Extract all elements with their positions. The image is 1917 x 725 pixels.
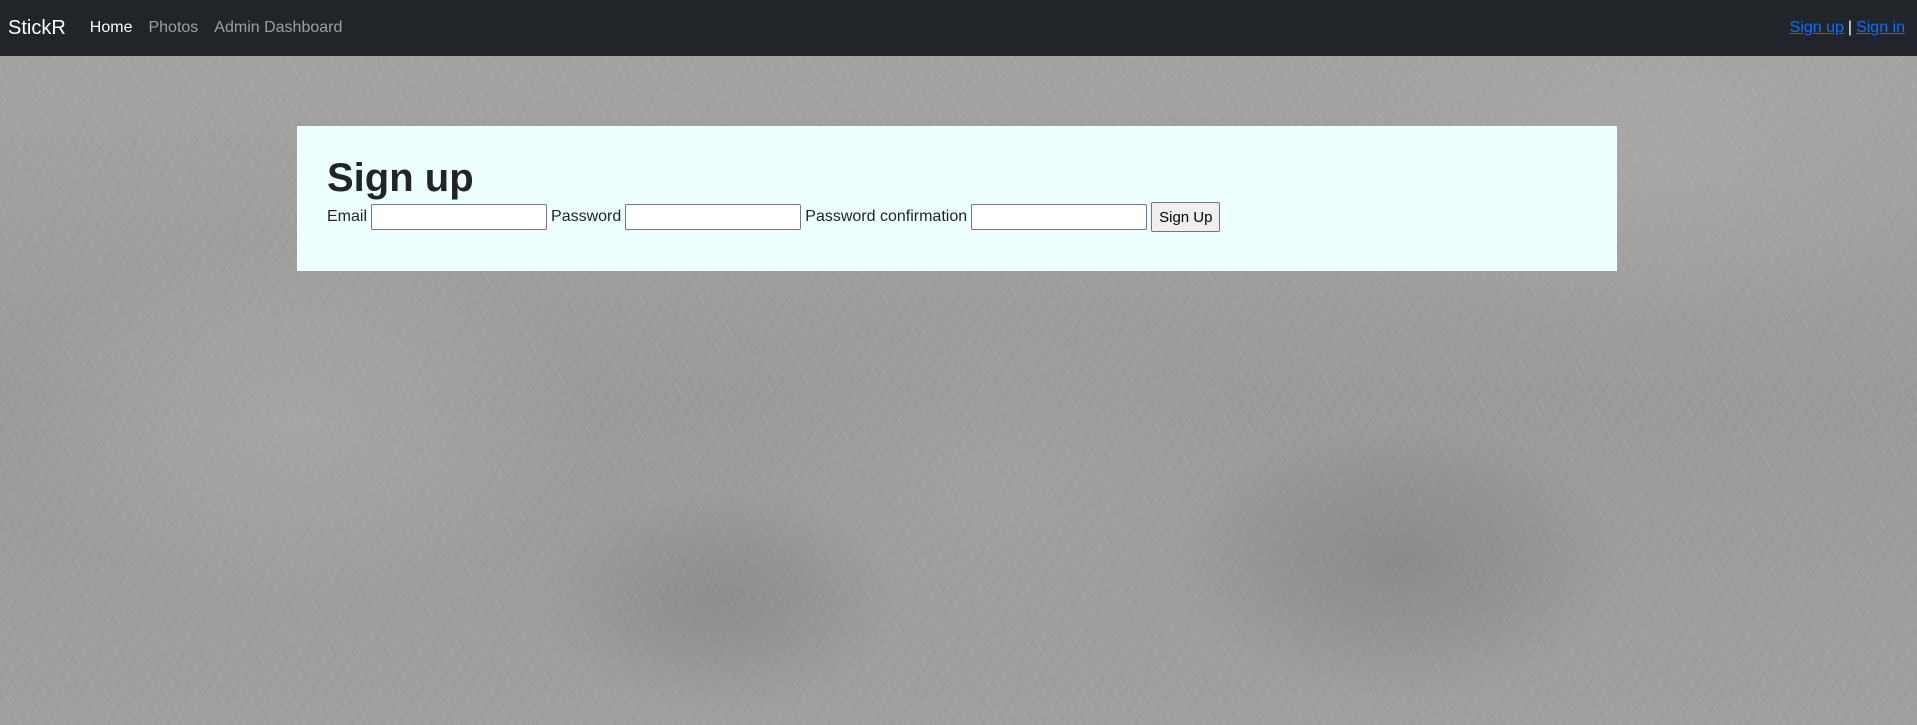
- auth-links: Sign up | Sign in: [1790, 0, 1905, 56]
- email-label: Email: [327, 208, 368, 225]
- password-field[interactable]: [625, 204, 802, 230]
- signup-submit-button[interactable]: Sign Up: [1151, 202, 1221, 232]
- signin-link[interactable]: Sign in: [1856, 19, 1905, 37]
- signup-form: Email Password Password confirmation Sig…: [327, 202, 1587, 232]
- page-title: Sign up: [327, 156, 474, 200]
- nav-link-home[interactable]: Home: [90, 19, 133, 37]
- signup-card: Sign up Email Password Password confirma…: [297, 126, 1617, 271]
- auth-separator: |: [1847, 19, 1853, 36]
- password-confirmation-label: Password confirmation: [805, 208, 968, 225]
- email-field[interactable]: [371, 204, 548, 230]
- brand-logo-link[interactable]: StickR: [8, 17, 66, 40]
- signup-link[interactable]: Sign up: [1790, 19, 1844, 37]
- password-confirmation-field[interactable]: [971, 204, 1148, 230]
- nav-link-admin-dashboard[interactable]: Admin Dashboard: [214, 19, 342, 37]
- top-navbar: StickR Home Photos Admin Dashboard Sign …: [0, 0, 1917, 56]
- password-label: Password: [551, 208, 622, 225]
- nav-link-photos[interactable]: Photos: [148, 19, 198, 37]
